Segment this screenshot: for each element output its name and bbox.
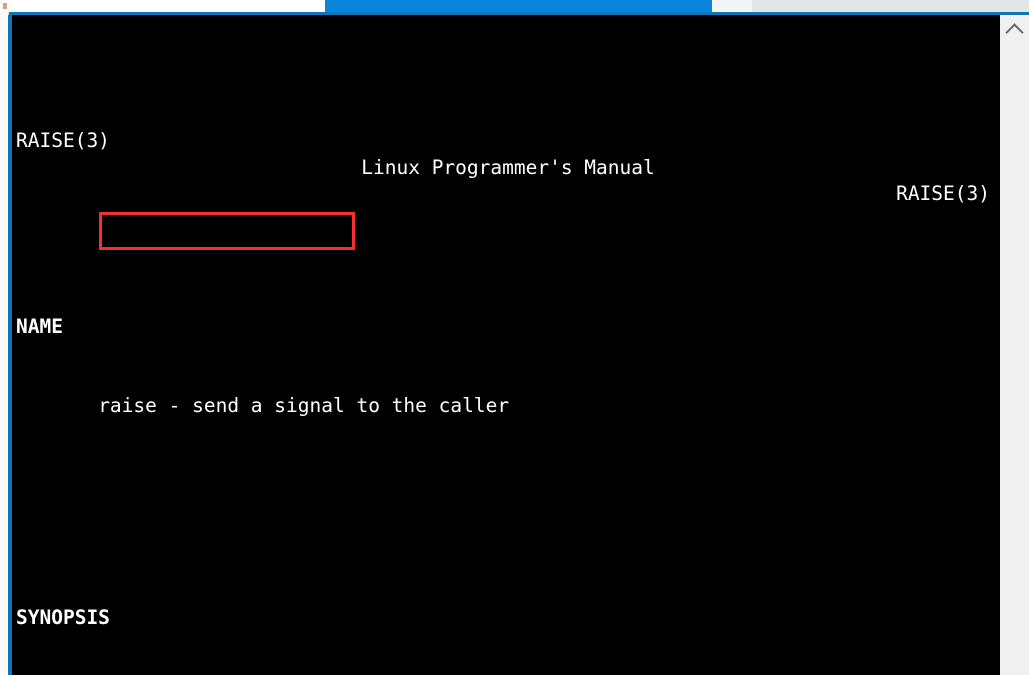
chrome-corner-marker (3, 3, 7, 9)
man-header-right: RAISE(3) (896, 182, 990, 205)
vertical-scrollbar[interactable] (999, 15, 1029, 675)
scroll-up-button[interactable] (1000, 15, 1029, 45)
man-header-left: RAISE(3) (16, 129, 110, 152)
terminal-surface: RAISE(3) Linux Programmer's Manual RAISE… (12, 15, 1000, 675)
section-heading-name: NAME (16, 314, 63, 338)
viewer-window: RAISE(3) Linux Programmer's Manual RAISE… (0, 0, 1029, 675)
name-body-line: raise - send a signal to the caller (16, 393, 1000, 420)
chevron-up-icon (1005, 22, 1024, 42)
man-page-content: RAISE(3) Linux Programmer's Manual RAISE… (12, 15, 1000, 675)
section-heading-synopsis: SYNOPSIS (16, 606, 110, 629)
chrome-active-tab-accent[interactable] (325, 0, 712, 12)
window-top-chrome (0, 0, 1029, 13)
man-header-line: RAISE(3) Linux Programmer's Manual RAISE… (16, 102, 1000, 205)
man-header-center: Linux Programmer's Manual (361, 155, 655, 179)
name-body-text: raise - send a signal to the caller (98, 394, 510, 417)
